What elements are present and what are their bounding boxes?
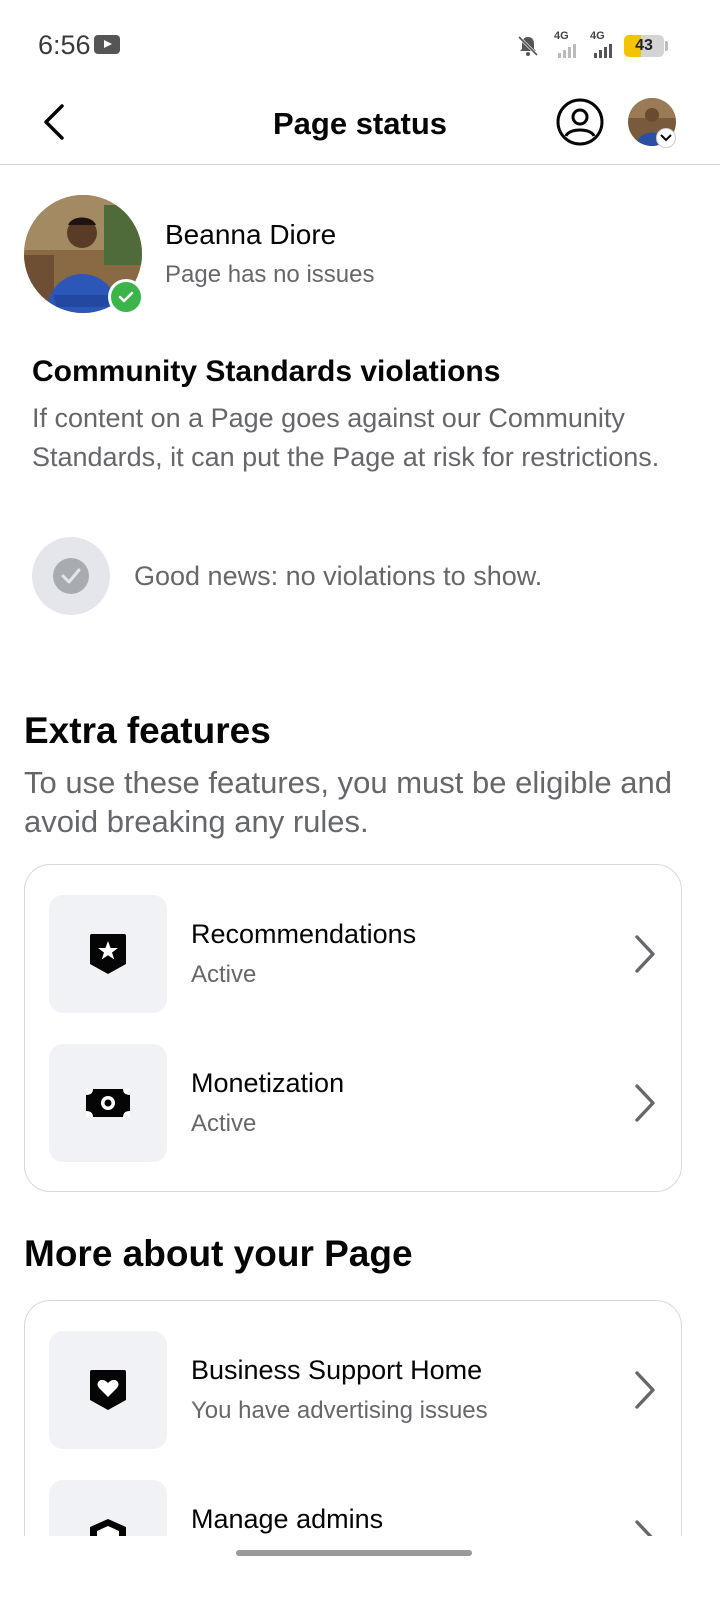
money-icon [86, 1089, 130, 1117]
status-bar: 6:56 4G 4G 43 [0, 0, 720, 90]
battery-tip [665, 41, 668, 51]
signal-2-icon: 4G [588, 30, 612, 58]
more-about-title: More about your Page [24, 1233, 413, 1274]
page-title: Page status [272, 106, 447, 141]
network-1-label: 4G [554, 30, 569, 42]
community-standards-description: If content on a Page goes against our Co… [32, 403, 660, 472]
signal-1-icon: 4G [552, 30, 576, 58]
chevron-right-icon [635, 1084, 655, 1122]
app-bar: Page status [0, 90, 720, 165]
extra-features-card: Recommendations Active Monetization Acti… [24, 864, 682, 1192]
extra-features-title: Extra features [24, 710, 271, 751]
heart-badge-icon [90, 1370, 126, 1410]
profile-circle-icon [556, 98, 604, 146]
navigation-bar-area [0, 1536, 720, 1600]
feature-title: Monetization [191, 1068, 345, 1098]
community-standards-title: Community Standards violations [32, 355, 501, 388]
battery-level: 43 [635, 37, 653, 54]
feature-status: Active [191, 1110, 257, 1137]
profile-button[interactable] [556, 98, 604, 146]
feature-status: Active [191, 961, 257, 988]
check-icon [118, 291, 134, 303]
page-name: Beanna Diore [165, 219, 337, 250]
item-status: You have advertising issues [191, 1397, 488, 1424]
item-title: Business Support Home [191, 1355, 483, 1385]
status-time: 6:56 [38, 30, 91, 60]
icon-box [49, 895, 167, 1013]
youtube-notification-icon [94, 35, 120, 54]
violations-status-row: Good news: no violations to show. [32, 537, 542, 615]
status-indicators: 4G 4G 43 [516, 30, 668, 62]
battery-icon: 43 [624, 35, 664, 57]
feature-title: Recommendations [191, 919, 417, 949]
icon-box [49, 1331, 167, 1449]
status-check-icon [32, 537, 110, 615]
violations-status-text: Good news: no violations to show. [134, 560, 543, 591]
item-title: Manage admins [191, 1504, 384, 1534]
network-2-label: 4G [590, 30, 605, 42]
extra-features-description: To use these features, you must be eligi… [24, 765, 672, 839]
home-indicator[interactable] [236, 1550, 472, 1556]
verified-check-badge [108, 279, 144, 315]
page-header: Beanna Diore Page has no issues [24, 195, 704, 320]
star-badge-icon [90, 934, 126, 974]
chevron-right-icon [635, 1371, 655, 1409]
chevron-down-icon[interactable] [656, 128, 676, 148]
community-standards-section: Community Standards violations If conten… [32, 355, 692, 477]
feature-row-recommendations[interactable]: Recommendations Active [49, 895, 659, 1013]
page-health-status: Page has no issues [165, 261, 375, 288]
more-row-business-support-home[interactable]: Business Support Home You have advertisi… [49, 1331, 659, 1449]
icon-box [49, 1044, 167, 1162]
mute-bell-icon [517, 35, 539, 57]
feature-row-monetization[interactable]: Monetization Active [49, 1044, 659, 1162]
chevron-right-icon [635, 935, 655, 973]
